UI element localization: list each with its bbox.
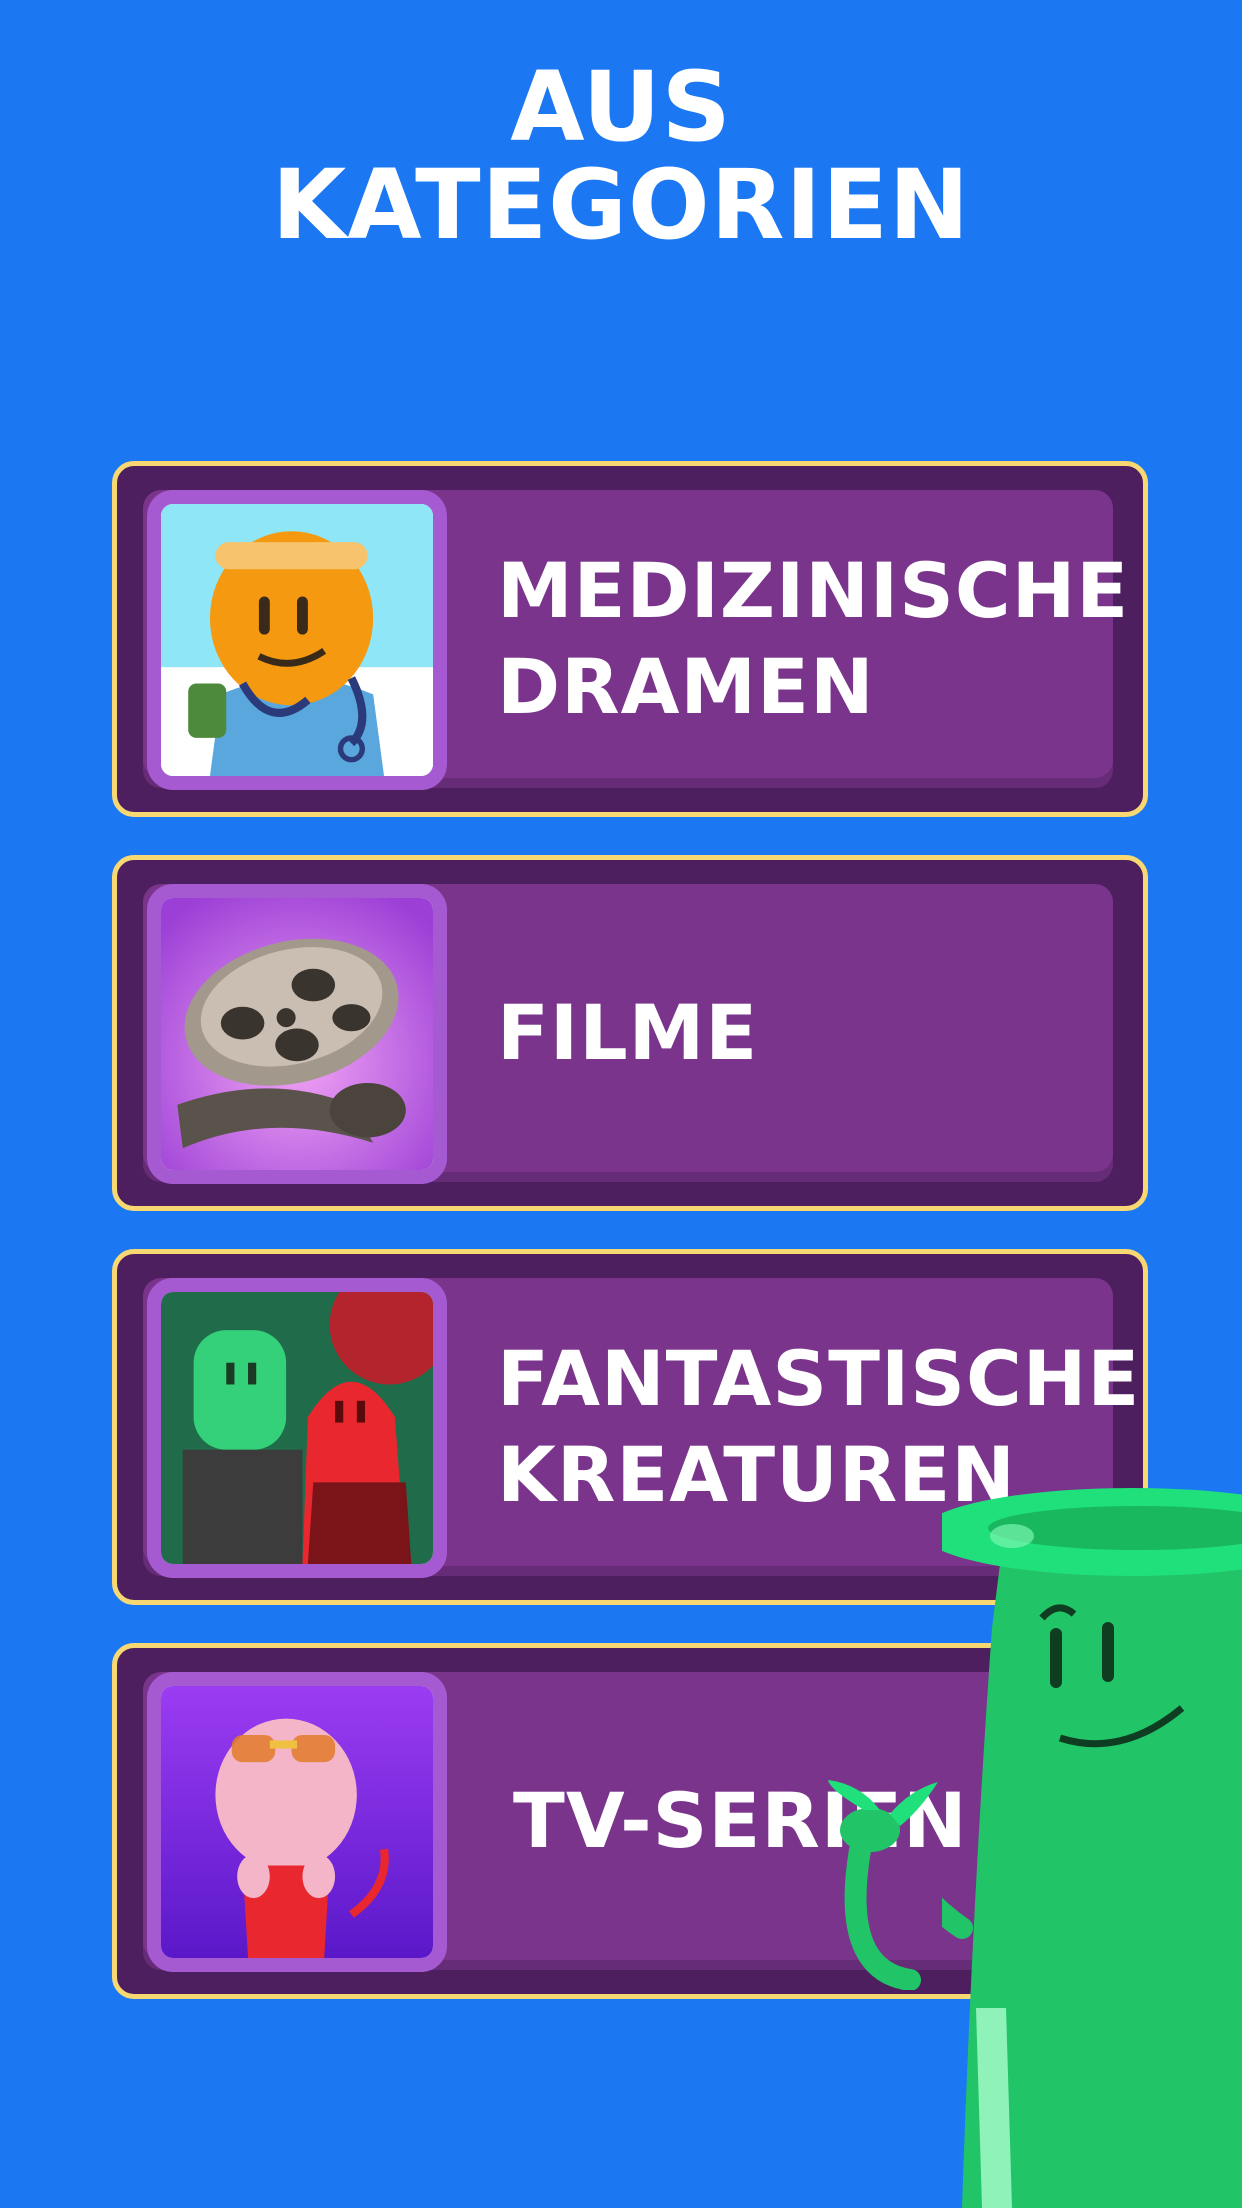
title-line-2: KATEGORIEN [271, 149, 971, 261]
green-mascot-character [942, 1488, 1242, 2208]
category-card-medical-dramas[interactable]: MEDIZINISCHE DRAMEN [112, 461, 1148, 817]
category-label: MEDIZINISCHE DRAMEN [497, 546, 1130, 731]
title-line-1: AUS [510, 51, 732, 163]
page-title: AUS KATEGORIEN [0, 58, 1242, 254]
turkey-character-icon [147, 1672, 447, 1972]
film-reel-icon [147, 884, 447, 1184]
mascot-pointing-hand-icon [828, 1780, 938, 1990]
category-card-movies[interactable]: FILME [112, 855, 1148, 1211]
creatures-icon [147, 1278, 447, 1578]
category-label: FILME [497, 988, 759, 1077]
doctor-character-icon [147, 490, 447, 790]
